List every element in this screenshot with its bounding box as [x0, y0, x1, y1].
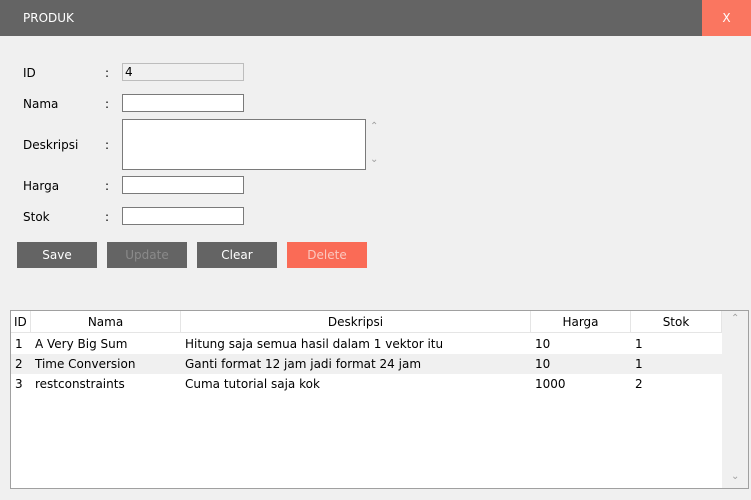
- cell-deskripsi: Hitung saja semua hasil dalam 1 vektor i…: [185, 337, 444, 351]
- id-field: [122, 63, 244, 81]
- delete-button[interactable]: Delete: [287, 242, 367, 268]
- harga-label: Harga: [23, 179, 60, 193]
- cell-id: 2: [15, 357, 23, 371]
- deskripsi-colon: :: [105, 138, 110, 152]
- header-id[interactable]: ID: [11, 311, 31, 333]
- cell-deskripsi: Ganti format 12 jam jadi format 24 jam: [185, 357, 422, 371]
- update-button[interactable]: Update: [107, 242, 187, 268]
- deskripsi-scroll-down-icon[interactable]: ⌄: [370, 154, 378, 165]
- harga-field[interactable]: [122, 176, 244, 194]
- deskripsi-field[interactable]: [122, 119, 366, 170]
- window-title: PRODUK: [23, 11, 74, 25]
- nama-colon: :: [105, 97, 110, 111]
- deskripsi-scroll-up-icon[interactable]: ⌃: [370, 121, 378, 132]
- cell-harga: 10: [535, 357, 551, 371]
- harga-colon: :: [105, 179, 110, 193]
- header-deskripsi[interactable]: Deskripsi: [181, 311, 531, 333]
- cell-id: 1: [15, 337, 23, 351]
- table-row[interactable]: 3 restconstraints Cuma tutorial saja kok…: [11, 374, 722, 394]
- cell-harga: 1000: [535, 377, 566, 391]
- stok-field[interactable]: [122, 207, 244, 225]
- close-button[interactable]: X: [702, 0, 751, 36]
- cell-id: 3: [15, 377, 23, 391]
- stok-colon: :: [105, 210, 110, 224]
- clear-button[interactable]: Clear: [197, 242, 277, 268]
- table-scroll-down-icon[interactable]: ⌄: [731, 471, 739, 482]
- cell-stok: 1: [635, 337, 643, 351]
- table-row[interactable]: 1 A Very Big Sum Hitung saja semua hasil…: [11, 334, 722, 354]
- header-harga[interactable]: Harga: [531, 311, 631, 333]
- cell-nama: Time Conversion: [35, 357, 136, 371]
- cell-nama: restconstraints: [35, 377, 125, 391]
- save-button[interactable]: Save: [17, 242, 97, 268]
- table-scrollbar[interactable]: ⌃ ⌄: [722, 311, 748, 488]
- id-label: ID: [23, 66, 36, 80]
- cell-nama: A Very Big Sum: [35, 337, 128, 351]
- cell-stok: 2: [635, 377, 643, 391]
- nama-field[interactable]: [122, 94, 244, 112]
- table-scroll-up-icon[interactable]: ⌃: [731, 313, 739, 324]
- header-stok[interactable]: Stok: [631, 311, 722, 333]
- cell-deskripsi: Cuma tutorial saja kok: [185, 377, 320, 391]
- deskripsi-label: Deskripsi: [23, 138, 79, 152]
- title-bar: PRODUK X: [0, 0, 751, 36]
- nama-label: Nama: [23, 97, 59, 111]
- id-colon: :: [105, 66, 110, 80]
- table-row[interactable]: 2 Time Conversion Ganti format 12 jam ja…: [11, 354, 722, 374]
- stok-label: Stok: [23, 210, 50, 224]
- cell-stok: 1: [635, 357, 643, 371]
- header-nama[interactable]: Nama: [31, 311, 181, 333]
- product-table[interactable]: ID Nama Deskripsi Harga Stok 1 A Very Bi…: [10, 310, 749, 489]
- cell-harga: 10: [535, 337, 551, 351]
